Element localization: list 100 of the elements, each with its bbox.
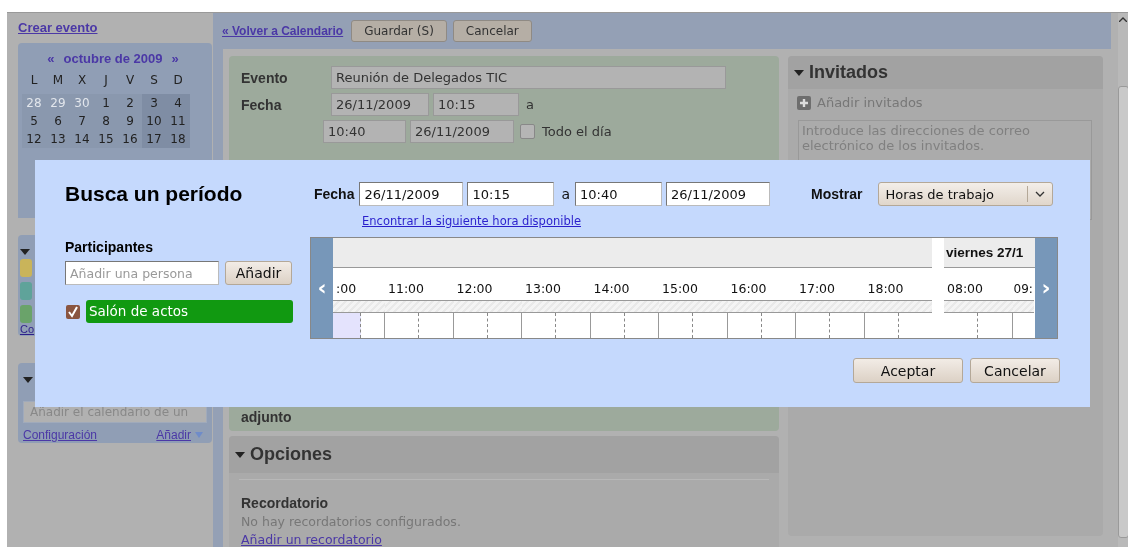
calendar-day[interactable]: 6: [46, 112, 70, 130]
section-title: Opciones: [250, 444, 333, 465]
hatched-strip: [333, 300, 385, 312]
show-label: Mostrar: [811, 186, 863, 202]
hour-label: 16:00: [729, 280, 767, 298]
calendar-day[interactable]: 4: [166, 94, 190, 112]
next-button[interactable]: ›: [1035, 238, 1057, 338]
hour-label: 14:00: [592, 280, 630, 298]
calendar-day[interactable]: 9: [118, 112, 142, 130]
month-title: octubre de 2009: [63, 51, 163, 66]
weekday-label: D: [172, 72, 184, 89]
end-date-field[interactable]: 26/11/2009: [410, 120, 514, 143]
half-hour-slot[interactable]: [333, 313, 361, 338]
dialog-button[interactable]: Aceptar: [853, 358, 963, 383]
collapse-triangle-icon[interactable]: [20, 249, 30, 255]
next-month-link[interactable]: »: [171, 51, 179, 66]
collapse-triangle-icon[interactable]: [235, 451, 245, 458]
time-slot[interactable]: [453, 312, 522, 338]
collapse-triangle-icon[interactable]: [23, 377, 33, 383]
start-date-field[interactable]: 26/11/2009: [359, 182, 464, 206]
settings-link[interactable]: Co: [20, 323, 35, 335]
time-slot[interactable]: [333, 312, 385, 338]
calendar-day[interactable]: 7: [70, 112, 94, 130]
checkbox[interactable]: [66, 304, 80, 319]
hour-label: 11:00: [387, 280, 425, 298]
dialog-button[interactable]: Cancelar: [970, 358, 1060, 383]
time-slot[interactable]: [385, 312, 454, 338]
calendar-day[interactable]: 5: [22, 112, 46, 130]
time-slot[interactable]: [796, 312, 865, 338]
end-time-field[interactable]: 10:40: [575, 182, 663, 206]
hatched-strip: [659, 300, 728, 312]
dialog-title: Busca un período: [65, 182, 243, 206]
create-event-link[interactable]: Crear evento: [18, 20, 98, 35]
hour-label: 13:00: [524, 280, 562, 298]
to-label: a: [561, 186, 571, 202]
hour-label: 12:00: [455, 280, 493, 298]
time-slot[interactable]: [659, 312, 728, 338]
hatched-strip: [453, 300, 522, 312]
start-time-field[interactable]: 10:15: [467, 182, 555, 206]
calendar-day[interactable]: 8: [94, 112, 118, 130]
time-slot[interactable]: [727, 312, 796, 338]
participants-label: Participantes: [65, 239, 153, 255]
calendar-day[interactable]: 12: [22, 130, 46, 148]
previous-button[interactable]: ‹: [311, 238, 333, 338]
time-slot[interactable]: [522, 312, 591, 338]
collapse-triangle-icon[interactable]: [794, 69, 804, 76]
hatched-strip: [385, 300, 454, 312]
field-label: Fecha: [241, 96, 283, 113]
hatched-strip: [590, 300, 659, 312]
calendar-color-chip[interactable]: [20, 259, 32, 277]
calendar-day[interactable]: 17: [142, 130, 166, 148]
plus-icon[interactable]: [797, 95, 811, 110]
weekday-label: M: [51, 72, 65, 89]
calendar-day[interactable]: 10: [142, 112, 166, 130]
weekday-label: V: [124, 72, 136, 89]
settings-link[interactable]: Configuración: [23, 428, 98, 442]
start-date-field[interactable]: 26/11/2009: [331, 93, 429, 116]
chevron-down-icon[interactable]: [1035, 191, 1046, 197]
calendar-color-chip[interactable]: [20, 305, 32, 323]
scrollbar[interactable]: [1118, 13, 1128, 547]
time-slot[interactable]: [590, 312, 659, 338]
calendar-color-chip[interactable]: [20, 282, 32, 300]
time-slot[interactable]: [944, 312, 1013, 338]
event-title-field[interactable]: Reunión de Delegados TIC: [331, 66, 726, 89]
hour-label: 17:00: [798, 280, 836, 298]
calendar-day[interactable]: 16: [118, 130, 142, 148]
calendar-day[interactable]: 18: [166, 130, 190, 148]
start-time-field[interactable]: 10:15: [433, 93, 519, 116]
calendar-day[interactable]: 1: [94, 94, 118, 112]
previous-month-link[interactable]: «: [47, 51, 55, 66]
toolbar-button[interactable]: Guardar (S): [351, 20, 447, 42]
back-to-calendar-link[interactable]: « Volver a Calendario: [222, 24, 344, 38]
calendar-day[interactable]: 2: [118, 94, 142, 112]
calendar-day[interactable]: 15: [94, 130, 118, 148]
calendar-day[interactable]: 11: [166, 112, 190, 130]
end-date-field[interactable]: 26/11/2009: [666, 182, 771, 206]
hour-label: 18:00: [866, 280, 904, 298]
all-day-checkbox[interactable]: [520, 124, 535, 139]
hour-label: :00: [335, 280, 357, 298]
calendar-day[interactable]: 13: [46, 130, 70, 148]
toolbar-button[interactable]: Cancelar: [452, 20, 532, 42]
scroll-up-icon[interactable]: [1119, 17, 1127, 22]
to-label: a: [526, 97, 534, 112]
section-title: Invitados: [809, 62, 888, 83]
reminder-label: Recordatorio: [241, 495, 329, 511]
hatched-strip: [522, 300, 591, 312]
add-link[interactable]: Añadir: [156, 428, 191, 442]
all-day-label: Todo el día: [542, 124, 612, 139]
add-reminder-link[interactable]: Añadir un recordatorio: [241, 532, 382, 547]
show-dropdown[interactable]: Horas de trabajo: [878, 182, 1054, 206]
end-time-field[interactable]: 10:40: [323, 120, 406, 143]
weekday-label: X: [76, 72, 88, 89]
next-available-link[interactable]: Encontrar la siguiente hora disponible: [362, 214, 581, 228]
field-label: Evento: [241, 69, 289, 86]
weekday-label: S: [149, 72, 159, 89]
calendar-day[interactable]: 14: [70, 130, 94, 148]
calendar-day[interactable]: 3: [142, 94, 166, 112]
attachment-label: adjunto: [241, 409, 293, 425]
add-person-field[interactable]: Añadir una persona: [65, 261, 219, 285]
add-button[interactable]: Añadir: [225, 261, 292, 285]
